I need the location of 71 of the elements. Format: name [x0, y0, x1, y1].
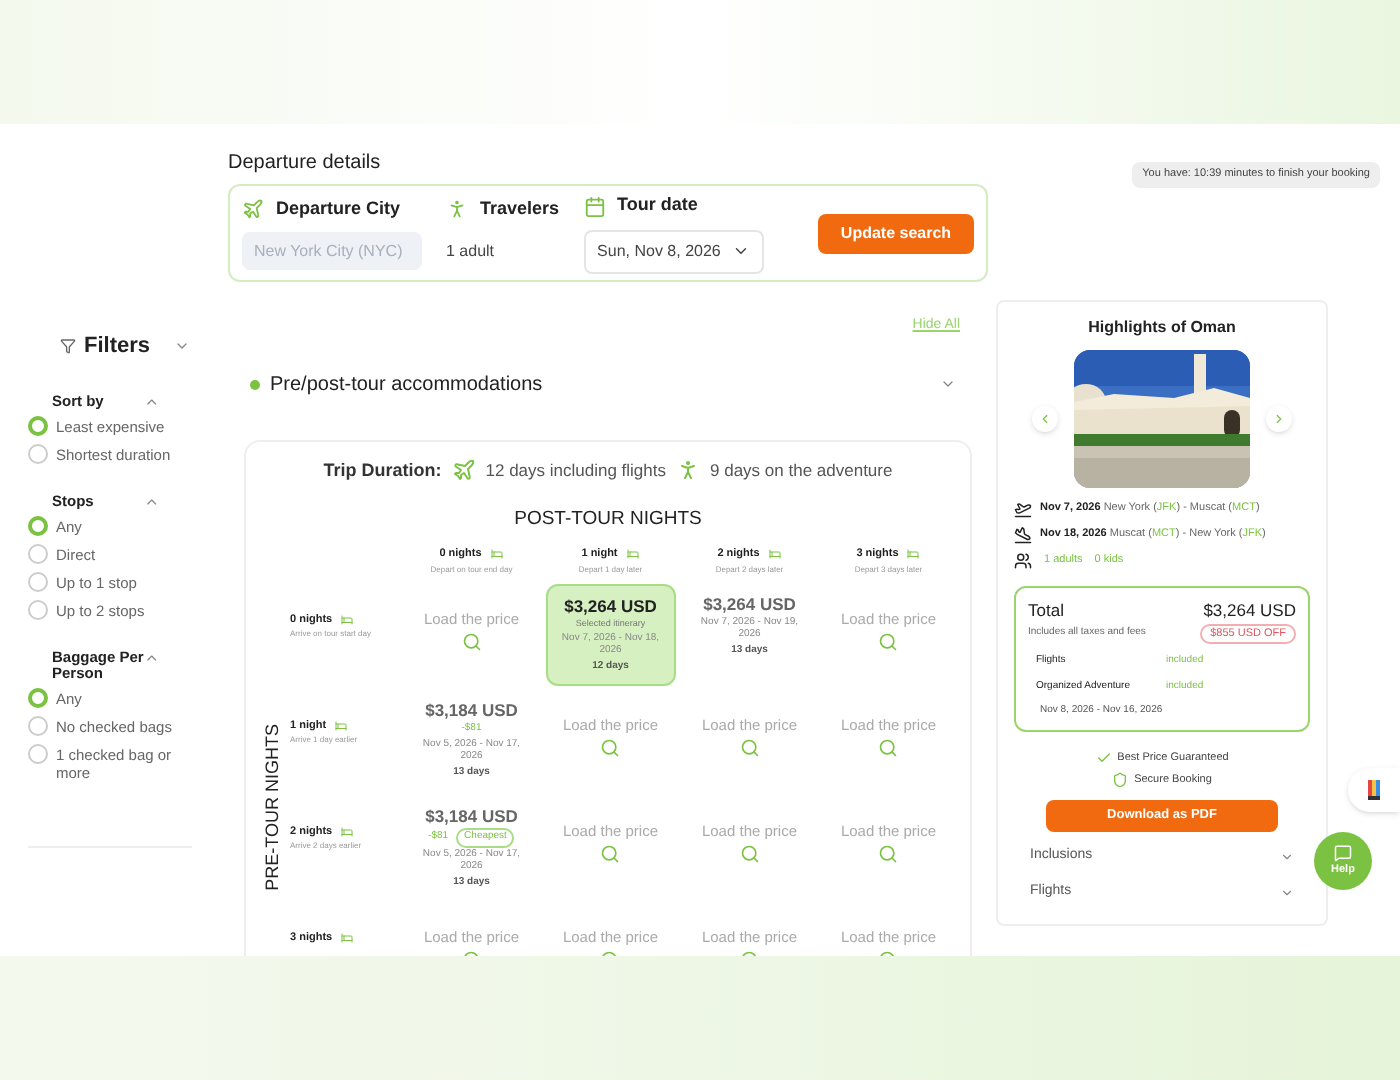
total-price: $3,264 USD	[1203, 598, 1296, 624]
calendar-icon	[583, 195, 606, 217]
radio-button[interactable]	[28, 599, 48, 619]
field-label: Departure City	[276, 195, 401, 222]
radio-button[interactable]	[28, 743, 48, 763]
chevron-right-icon	[1272, 412, 1286, 426]
field-label: Travelers	[480, 195, 560, 222]
chevron-up-icon[interactable]	[144, 649, 160, 665]
field-label: Tour date	[617, 192, 698, 219]
chevron-icon	[1280, 849, 1294, 863]
chevron-icon[interactable]	[940, 376, 956, 392]
price-text: $3,264 USD	[564, 593, 657, 619]
price-text: $3,264 USD	[703, 591, 796, 617]
search-icon[interactable]	[878, 737, 899, 758]
flight-duration: 12 days including flights	[485, 457, 667, 484]
bed-icon	[340, 613, 355, 626]
previous-button[interactable]	[1032, 406, 1058, 432]
filter-icon	[60, 338, 76, 355]
bookmark-widget[interactable]	[1348, 768, 1400, 812]
city-field[interactable]: New York City (NYC)	[242, 232, 422, 271]
total-label: Total	[1028, 598, 1064, 624]
radio-button[interactable]	[28, 443, 48, 463]
bed-icon	[767, 548, 782, 561]
check-icon	[1095, 749, 1112, 766]
hiker-icon	[676, 458, 701, 483]
plane-icon	[451, 458, 476, 483]
radio-button[interactable]	[28, 687, 48, 707]
bed-icon	[625, 548, 640, 561]
takeoff-icon	[1014, 500, 1032, 518]
bed-icon	[334, 719, 349, 732]
pre-tour-title: PRE-TOUR NIGHTS	[260, 723, 285, 891]
search-icon[interactable]	[739, 843, 760, 864]
radio-button[interactable]	[28, 571, 48, 591]
next-button[interactable]	[1266, 406, 1292, 432]
radio-button[interactable]	[28, 515, 48, 535]
shield-icon	[1112, 771, 1129, 788]
bed-icon	[489, 548, 504, 561]
chevron-left-icon	[1038, 412, 1052, 426]
update-search-button[interactable]: Update search	[818, 213, 974, 253]
radio-button[interactable]	[28, 415, 48, 435]
search-icon[interactable]	[739, 737, 760, 758]
chevron-up-icon[interactable]	[144, 493, 160, 509]
chat-icon	[1334, 843, 1352, 862]
bed-icon	[340, 931, 355, 944]
search-icon[interactable]	[878, 631, 899, 652]
radio-button[interactable]	[28, 715, 48, 735]
chevron-up-icon[interactable]	[144, 393, 160, 409]
radio-button[interactable]	[28, 543, 48, 563]
person-icon	[446, 198, 468, 220]
bed-icon	[340, 825, 355, 838]
date-select[interactable]: Sun, Nov 8, 2026	[583, 229, 764, 274]
chevron-icon	[1280, 885, 1294, 899]
accommodations-title: Pre/post-tour accommodations	[270, 371, 543, 399]
trip-duration-label: Trip Duration:	[323, 457, 442, 484]
section-title: Departure details	[228, 150, 383, 178]
travelers-value: 1 adult	[446, 239, 497, 264]
people-icon	[1014, 552, 1032, 570]
bed-icon	[906, 548, 921, 561]
search-icon[interactable]	[461, 631, 482, 652]
plane-icon	[242, 198, 264, 220]
search-icon[interactable]	[600, 843, 621, 864]
post-tour-title: POST-TOUR NIGHTS	[514, 506, 702, 534]
tour-title: Highlights of Oman	[1088, 316, 1236, 340]
landing-icon	[1014, 526, 1032, 544]
search-icon[interactable]	[878, 843, 899, 864]
price-text: $3,184 USD	[425, 803, 518, 829]
adventure-duration: 9 days on the adventure	[710, 457, 893, 484]
price-text: $3,184 USD	[425, 697, 518, 722]
color-bars-icon	[1368, 780, 1380, 800]
search-icon[interactable]	[600, 737, 621, 758]
filters-title: Filters	[84, 332, 151, 362]
